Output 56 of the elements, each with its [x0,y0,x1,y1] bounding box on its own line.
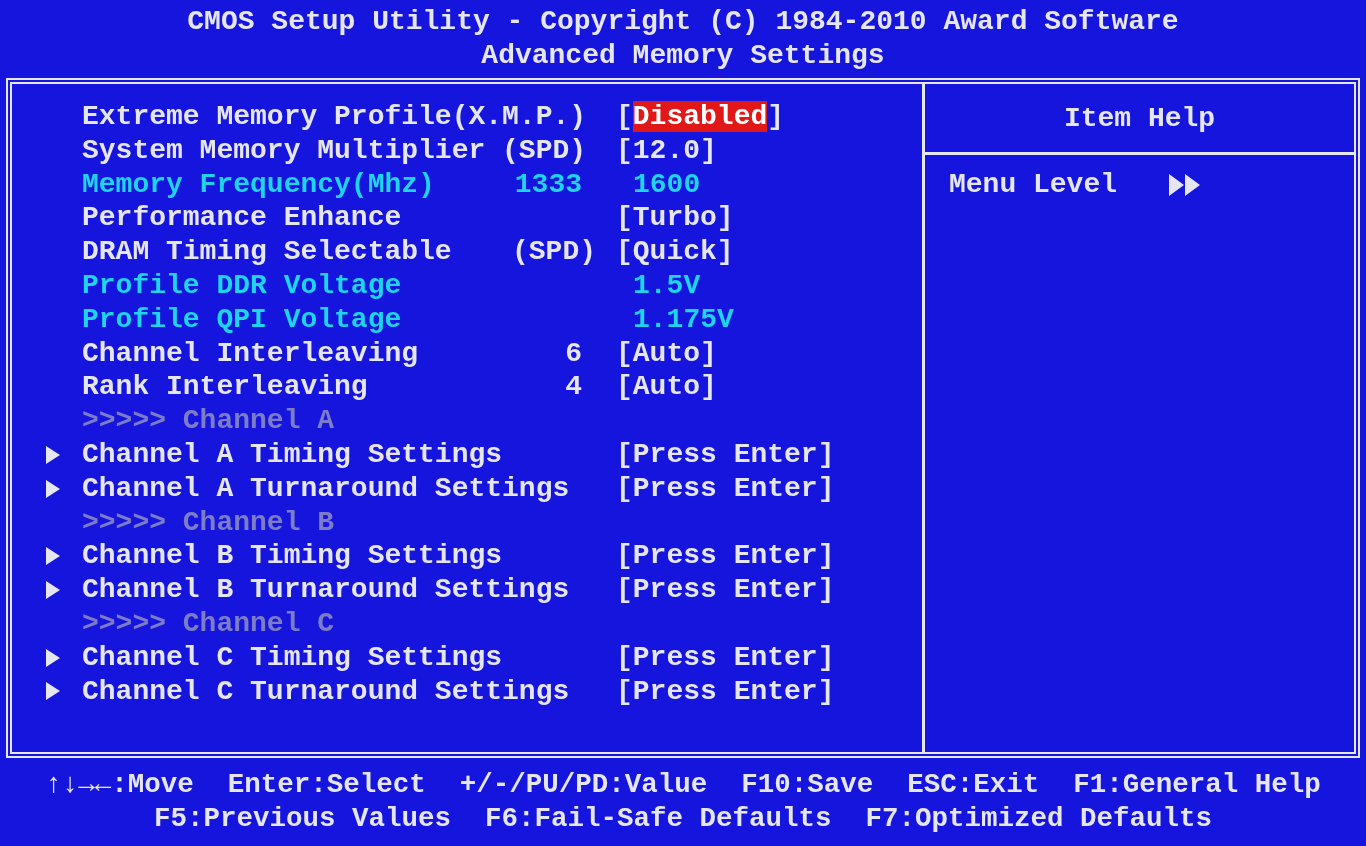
setting-label[interactable]: Channel A Turnaround Settings [82,472,570,504]
key-hint: ESC:Exit [907,768,1040,802]
key-hint: F6:Fail-Safe Defaults [484,802,832,836]
double-triangle-icon [1169,173,1202,196]
key-hint: Enter:Select [227,768,426,802]
menu-level-label: Menu Level [949,169,1118,200]
key-hint: F7:Optimized Defaults [865,802,1213,836]
setting-value[interactable]: [Press Enter] [616,641,835,673]
setting-label[interactable]: Profile DDR Voltage [82,270,402,301]
triangle-icon [46,648,60,667]
setting-value[interactable]: [Auto] [616,371,717,403]
setting-label[interactable]: DRAM Timing Selectable [82,236,452,268]
setting-label[interactable]: Channel B Timing Settings [82,540,503,572]
section-heading: >>>>> Channel A [82,405,335,437]
setting-value[interactable]: [Auto] [616,337,717,369]
triangle-icon [46,581,60,600]
triangle-icon [46,479,60,498]
setting-label[interactable]: Channel C Turnaround Settings [82,675,570,707]
setting-value: 1.175V [633,303,734,335]
setting-label[interactable]: Channel Interleaving [82,337,419,369]
utility-title: CMOS Setup Utility - Copyright (C) 1984-2010 Award Software [187,5,1179,39]
key-hint: F5:Previous Values [153,802,451,836]
key-hint: ↑↓→←:Move [45,768,194,802]
setting-label[interactable]: Channel B Turnaround Settings [82,574,570,606]
key-hint: F10:Save [741,768,874,802]
setting-value[interactable]: [Press Enter] [616,540,835,572]
setting-value: 1600 [633,168,701,200]
setting-value[interactable]: [Press Enter] [616,438,835,470]
setting-detail: 6 [565,337,582,369]
page-title: Advanced Memory Settings [481,39,885,73]
setting-detail: (SPD) [512,236,596,268]
setting-detail: 4 [565,371,582,403]
setting-value[interactable]: [Press Enter] [616,574,835,606]
key-hint: +/-/PU/PD:Value [459,768,708,802]
setting-value[interactable]: [Press Enter] [616,472,835,504]
help-title: Item Help [1063,102,1216,134]
setting-value[interactable]: [Quick] [616,236,734,268]
setting-value[interactable]: [12.0] [616,134,717,166]
setting-value: 1.5V [633,270,701,301]
triangle-icon [46,445,60,464]
setting-label[interactable]: Memory Frequency(Mhz) [82,168,435,200]
setting-label[interactable]: Profile QPI Voltage [82,303,402,335]
key-hint: F1:General Help [1073,768,1321,802]
triangle-icon [46,547,60,566]
setting-label[interactable]: Extreme Memory Profile(X.M.P.) [82,101,587,132]
setting-label[interactable]: Performance Enhance [82,202,402,234]
section-heading: >>>>> Channel C [82,607,335,639]
setting-label[interactable]: Rank Interleaving [82,371,368,403]
setting-label[interactable]: Channel C Timing Settings [82,641,503,673]
setting-value[interactable]: [Turbo] [616,202,734,234]
setting-value[interactable]: [Press Enter] [616,675,835,707]
setting-label[interactable]: Channel A Timing Settings [82,438,503,470]
setting-detail: 1333 [514,168,582,200]
setting-label[interactable]: System Memory Multiplier (SPD) [82,134,587,166]
section-heading: >>>>> Channel B [82,506,335,538]
triangle-icon [46,682,60,701]
